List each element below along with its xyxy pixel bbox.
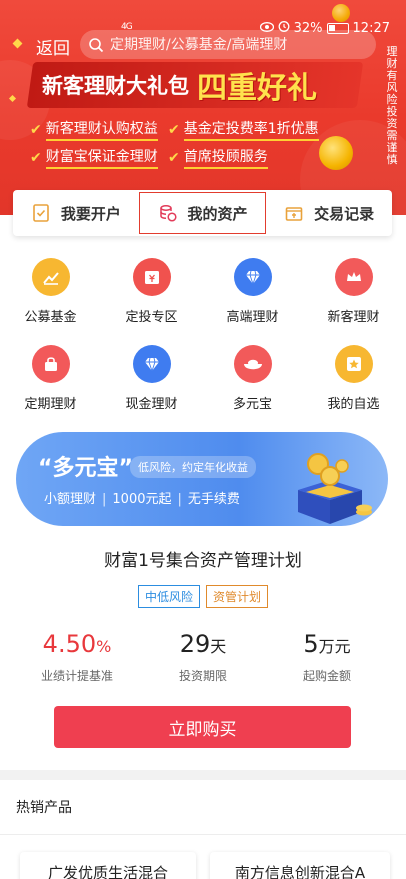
check-icon: ✔ [168,149,180,166]
grid-label: 多元宝 [232,397,272,412]
product-stats: 4.50% 业绩计提基准 29天 投资期限 5万元 起购金额 [0,630,406,690]
benefit-text: 新客理财认购权益 [45,118,158,141]
hot-products-title: 热销产品 [16,800,72,816]
search-bar[interactable] [80,30,376,59]
benefit-item: ✔ 首席投顾服务 [168,146,268,169]
ingot-icon [233,345,272,383]
grid-item-fixed-investment[interactable]: 定投专区 [101,258,202,325]
divider [0,834,406,835]
star-icon [334,345,373,383]
tab-label: 交易记录 [314,204,375,223]
risk-notice: 理财有风险 投资需谨慎 [384,46,400,166]
grid-item-term-finance[interactable]: 定期理财 [0,345,101,412]
stat-term: 29天 投资期限 [138,630,268,684]
promo-title: 新客理财大礼包 [42,74,189,98]
risk-level-badge: 中低风险 [137,585,200,608]
grid-label: 我的自选 [327,397,380,412]
diamond-icon [132,345,171,383]
hot-product-card[interactable]: 广发优质生活混合 [20,852,196,879]
grid-item-cash-finance[interactable]: 现金理财 [101,345,202,412]
section-divider [0,770,406,780]
stat-label: 投资期限 [178,669,227,683]
grid-label: 定投专区 [125,310,178,325]
lock-bag-icon [31,345,70,383]
promo-banner: 新客理财大礼包 四重好礼 [26,62,364,108]
check-icon: ✔ [30,121,42,138]
grid-item-new-customer[interactable]: 新客理财 [303,258,404,325]
product-type-badge: 资管计划 [206,585,269,608]
grid-label: 新客理财 [327,310,380,325]
tab-label: 我要开户 [60,204,121,223]
buy-now-button[interactable]: 立即购买 [54,706,351,748]
banner-feature: 小额理财 [44,492,97,507]
crown-icon [334,258,373,296]
benefit-text: 基金定投费率1折优惠 [183,118,319,141]
banner-title: “多元宝” [38,456,133,481]
grid-item-public-fund[interactable]: 公募基金 [0,258,101,325]
search-input[interactable] [110,36,370,53]
stat-value: 5万元 [303,630,351,658]
stat-value: 4.50% [42,630,112,658]
check-icon: ✔ [30,149,42,166]
grid-item-duoyuanbao[interactable]: 多元宝 [202,345,303,412]
benefit-item: ✔ 基金定投费率1折优惠 [168,118,319,141]
tab-open-account[interactable]: 我要开户 [13,190,139,236]
stat-label: 业绩计提基准 [40,669,113,683]
hot-product-name: 广发优质生活混合 [47,864,168,879]
grid-label: 现金理财 [125,397,178,412]
grid-item-high-end[interactable]: 高端理财 [202,258,303,325]
banner-tag: 低风险，约定年化收益 [130,456,256,478]
stat-value: 29天 [179,630,227,658]
fund-chart-icon [31,258,70,296]
hero-banner[interactable]: 4G 32% 12:27 返回 理财有风险 投资需谨慎 新客理财大礼包 四重好礼 [0,0,406,215]
tab-my-assets[interactable]: 我的资产 [138,192,267,234]
calendar-yuan-icon [132,258,171,296]
hot-product-card[interactable]: 南方信息创新混合A [210,852,390,879]
promo-highlight: 四重好礼 [197,71,317,106]
benefit-text: 首席投顾服务 [183,146,268,169]
benefit-text: 财富宝保证金理财 [45,146,158,169]
back-button[interactable]: 返回 [36,34,70,59]
product-tags: 中低风险 资管计划 [0,585,406,608]
stat-benchmark: 4.50% 业绩计提基准 [12,630,142,684]
gold-coin-icon [332,4,350,22]
check-icon: ✔ [168,121,180,138]
ledger-icon [284,203,304,223]
id-card-icon [31,203,51,223]
treasure-chest-icon [284,450,374,526]
risk-notice-text: 理财有风险 投资需谨慎 [386,45,398,166]
duoyuanbao-banner[interactable]: “多元宝” 低风险，约定年化收益 小额理财 | 1000元起 | 无手续费 [16,432,388,526]
coins-icon [158,203,178,223]
stat-label: 起购金额 [302,669,351,683]
account-tabs: 我要开户 我的资产 交易记录 [13,190,392,236]
search-icon [88,37,104,53]
benefit-item: ✔ 财富宝保证金理财 [30,146,158,169]
tab-label: 我的资产 [187,204,248,223]
grid-label: 公募基金 [24,310,77,325]
grid-item-watchlist[interactable]: 我的自选 [303,345,404,412]
hot-product-name: 南方信息创新混合A [234,864,366,879]
diamond-icon [233,258,272,296]
benefit-item: ✔ 新客理财认购权益 [30,118,158,141]
gold-coin-icon [319,136,353,170]
stat-min-amount: 5万元 起购金额 [262,630,392,684]
banner-subtitle: 小额理财 | 1000元起 | 无手续费 [44,492,240,507]
product-title[interactable]: 财富1号集合资产管理计划 [0,546,406,571]
grid-label: 定期理财 [24,397,77,412]
nav-row: 返回 [0,30,406,60]
banner-feature: 1000元起 [112,492,172,507]
grid-label: 高端理财 [226,310,279,325]
tab-transactions[interactable]: 交易记录 [266,190,392,236]
banner-feature: 无手续费 [187,492,240,507]
